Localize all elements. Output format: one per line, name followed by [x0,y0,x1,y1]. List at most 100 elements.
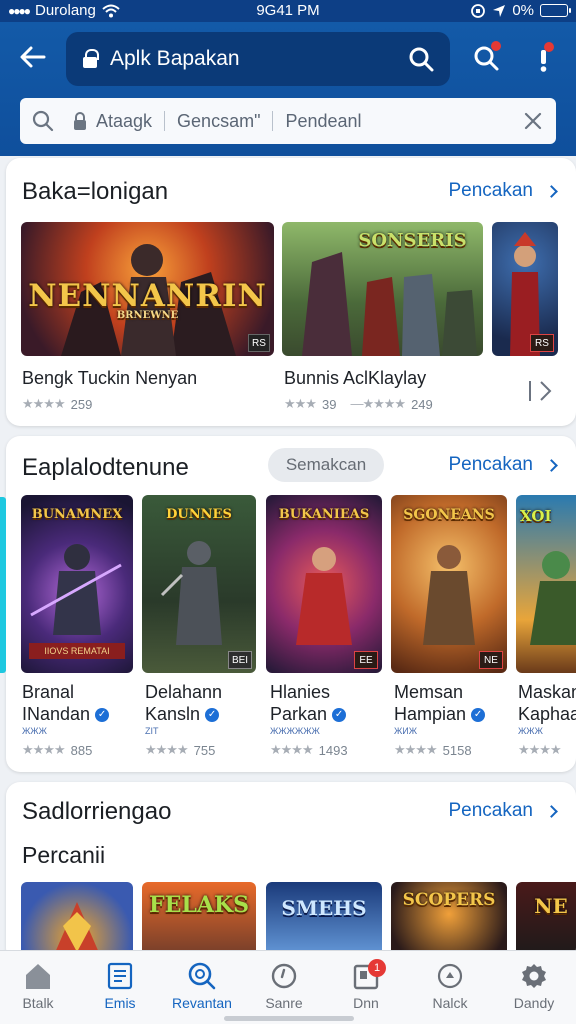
game-artwork: XOI [516,495,576,673]
nav-label: Revantan [172,995,232,1011]
stars-icon: ★★★★ [145,742,189,757]
stars-icon: —★★★★ [350,396,406,411]
see-more-label: Pencakan [448,180,533,201]
battery-icon [540,4,571,17]
game-name-line2[interactable]: Kansln ✓ [145,704,220,725]
game-art-title: SGONEANS [403,507,495,523]
game-name-line2[interactable]: Kaphaa [518,704,576,725]
game-name-line2[interactable]: Hampian ✓ [394,704,486,725]
nav-item-grid[interactable]: Emis [84,961,156,1011]
scroll-next-icon[interactable] [526,378,556,404]
game-art-title: FELAKS [149,892,249,918]
rating-count: 39 [321,396,337,412]
section-recommended: Sadlorriengao Pencakan Percanii FELAKS S… [6,782,576,962]
nav-item-circle[interactable]: Nalck [414,961,486,1011]
game-tile[interactable]: DUNNES BEI [142,495,256,673]
game-name-line1[interactable]: Memsan [394,682,463,703]
game-tile[interactable]: BUNAMNEX IIOVS REMATAI [21,495,133,673]
see-more-link[interactable]: Pencakan [448,454,558,476]
section-explore: Eaplalodtenune Semakcan Pencakan BUNAMNE… [6,436,576,772]
see-more-label: Pencakan [448,800,533,821]
game-tile[interactable]: RS [492,222,558,356]
carousel-edge-indicator [0,497,6,673]
game-art-title: NENNANRIN [28,278,267,314]
see-more-link[interactable]: Pencakan [448,800,558,822]
age-badge: EE [354,651,378,669]
main-search-bar[interactable]: Aplk Bapakan [66,32,450,86]
nav-item-clock[interactable]: Sanre [248,961,320,1011]
game-name-line1[interactable]: Hlanies [270,682,330,703]
game-name-line2[interactable]: INandan ✓ [22,704,110,725]
grid-icon [107,962,133,990]
game-name-text: Parkan [270,704,328,724]
stars-icon: ★★★★ [518,742,562,757]
notification-search-button[interactable] [472,41,502,74]
game-tile[interactable]: XOI [516,495,576,673]
game-artwork: SONSERIS [282,222,483,356]
section-title: Eaplalodtenune [22,454,189,481]
game-name-line1[interactable]: Delahann [145,682,222,703]
age-badge: NE [479,651,503,669]
filter-pill[interactable]: Semakcan [268,448,384,482]
clock-icon [271,963,297,989]
nav-item-search[interactable]: Revantan [166,961,238,1011]
notification-dot [491,41,501,51]
filter-bar[interactable]: Ataagk Gencsam" Pendeanl [20,98,556,144]
game-name-line1[interactable]: Maskan [518,682,576,703]
section-subtitle: Percanii [22,842,106,868]
game-name-text: Kansln [145,704,201,724]
game-tag: ЖИЖ [394,726,418,736]
game-art-title: XOI [520,507,552,525]
game-rating: ★★★★ 5158 [394,742,472,758]
close-icon[interactable] [524,112,542,130]
see-more-link[interactable]: Pencakan [448,180,558,202]
game-artwork: NENNANRIN BRNEWNE RS [21,222,274,356]
game-art-title: DUNNES [166,507,232,522]
nav-item-home[interactable]: Btalk [2,961,74,1011]
nav-item-settings[interactable]: Dandy [498,961,570,1011]
game-name-line2[interactable]: Parkan ✓ [270,704,347,725]
game-name[interactable]: Bengk Tuckin Nenyan [22,368,197,389]
verified-icon: ✓ [332,708,347,723]
chevron-right-icon [545,184,558,198]
filter-option-1[interactable]: Ataagk [96,111,152,132]
game-name[interactable]: Bunnis AclKlaylay [284,368,426,389]
filter-option-2[interactable]: Gencsam" [177,111,260,132]
section-title: Baka=lonigan [22,178,169,205]
lock-icon [82,49,99,69]
divider [272,111,274,131]
nav-label: Dandy [513,995,555,1011]
game-tile[interactable]: NENNANRIN BRNEWNE RS [21,222,274,356]
game-rating: ★★★★ 259 [22,396,92,412]
notification-badge: 1 [368,959,386,977]
nav-item-inbox[interactable]: 1 Dnn [330,959,402,1011]
alert-dot [544,42,554,52]
game-tile[interactable]: BUKANIEAS EE [266,495,382,673]
search-title: Aplk Bapakan [110,47,240,70]
home-indicator[interactable] [224,1016,354,1021]
lock-icon [74,112,86,130]
battery-percent: 0% [512,2,534,19]
age-badge: RS [530,334,554,352]
filter-option-3[interactable]: Pendeanl [285,111,361,132]
game-tile[interactable]: SONSERIS [282,222,483,356]
game-tile[interactable]: SGONEANS NE [391,495,507,673]
search-icon [32,110,54,132]
verified-icon: ✓ [471,708,486,723]
stars-icon: ★★★★ [394,742,438,757]
search-icon[interactable] [408,46,434,72]
nav-label: Btalk [22,995,54,1011]
game-art-title: SMEHS [281,896,367,920]
nav-label: Emis [104,995,136,1011]
chevron-right-icon [545,458,558,472]
game-tag: ZIT [145,726,159,736]
game-art-title: BUNAMNEX [31,507,123,522]
game-art-title: SCOPERS [402,890,496,910]
chevron-right-icon [545,804,558,818]
game-tag: ЖЖЖ [518,726,543,736]
rating-count: 1493 [318,742,348,758]
game-name-line1[interactable]: Branal [22,682,74,703]
back-arrow-icon[interactable] [18,42,48,72]
game-tag: ЖЖЖЖЖЖ [270,726,320,736]
alert-button[interactable] [532,42,562,74]
